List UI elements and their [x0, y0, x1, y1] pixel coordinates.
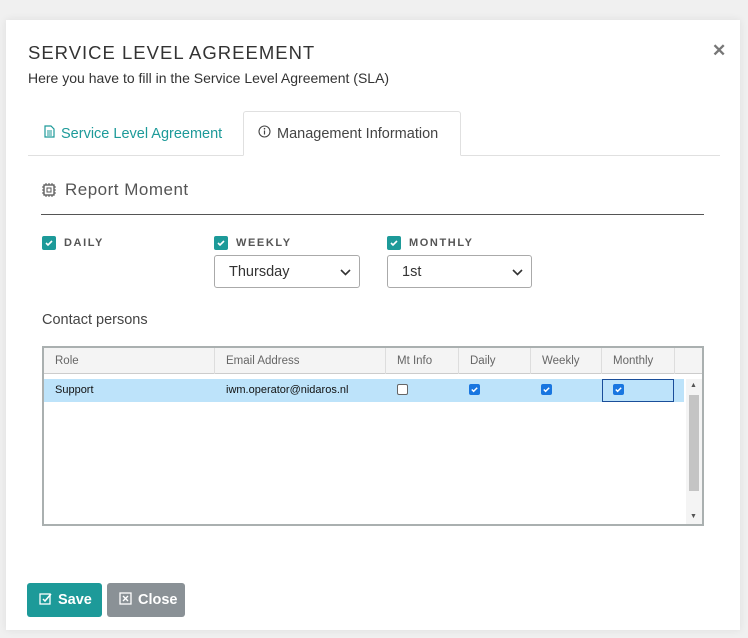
save-label: Save [58, 592, 92, 608]
weekly-checkbox[interactable] [214, 236, 228, 250]
dialog-subtitle: Here you have to fill in the Service Lev… [28, 70, 390, 86]
monthly-label: MONTHLY [409, 237, 474, 249]
cell-email[interactable]: iwm.operator@nidaros.nl [215, 379, 386, 402]
grid-header: Role Email Address Mt Info Daily Weekly … [44, 348, 702, 374]
weekly-option[interactable]: WEEKLY [214, 236, 292, 250]
report-moment-title: Report Moment [65, 180, 189, 199]
chevron-down-icon [512, 264, 523, 280]
table-row[interactable]: Support iwm.operator@nidaros.nl [44, 379, 684, 402]
close-icon[interactable]: ✕ [712, 42, 726, 59]
chip-icon [41, 182, 57, 203]
column-header-daily[interactable]: Daily [459, 348, 531, 374]
document-icon [44, 125, 55, 142]
close-label: Close [138, 592, 178, 608]
contact-persons-label: Contact persons [42, 312, 148, 328]
daily-checkbox[interactable] [42, 236, 56, 250]
daily-option[interactable]: DAILY [42, 236, 104, 250]
weekly-day-value: Thursday [229, 263, 290, 280]
tab-bar: Service Level Agreement Management Infor… [28, 111, 720, 156]
scroll-up-icon[interactable]: ▲ [690, 382, 697, 389]
grid-scrollbar[interactable]: ▲ ▼ [686, 379, 702, 524]
weekly-label: WEEKLY [236, 237, 292, 249]
report-moment-header: Report Moment [41, 180, 704, 215]
monthly-row-checkbox[interactable] [613, 384, 624, 395]
scrollbar-thumb[interactable] [689, 395, 699, 491]
dialog-title: SERVICE LEVEL AGREEMENT [28, 42, 316, 63]
tab-label: Management Information [277, 125, 439, 142]
column-header-role[interactable]: Role [44, 348, 215, 374]
chevron-down-icon [340, 264, 351, 280]
close-box-icon [119, 591, 132, 609]
monthly-day-select[interactable]: 1st [387, 255, 532, 288]
close-button[interactable]: Close [107, 583, 185, 617]
daily-row-checkbox[interactable] [469, 384, 480, 395]
column-header-monthly[interactable]: Monthly [602, 348, 675, 374]
scroll-down-icon[interactable]: ▼ [690, 513, 697, 520]
info-icon [258, 125, 271, 142]
column-header-mt-info[interactable]: Mt Info [386, 348, 459, 374]
cell-role[interactable]: Support [44, 379, 215, 402]
column-header-email[interactable]: Email Address [215, 348, 386, 374]
weekly-day-select[interactable]: Thursday [214, 255, 360, 288]
sla-dialog: ✕ SERVICE LEVEL AGREEMENT Here you have … [6, 20, 740, 630]
tab-management-information[interactable]: Management Information [243, 111, 461, 156]
monthly-option[interactable]: MONTHLY [387, 236, 474, 250]
column-header-weekly[interactable]: Weekly [531, 348, 602, 374]
edit-icon [39, 592, 52, 609]
monthly-checkbox[interactable] [387, 236, 401, 250]
tab-label: Service Level Agreement [61, 125, 223, 142]
contacts-grid: Role Email Address Mt Info Daily Weekly … [42, 346, 704, 526]
weekly-row-checkbox[interactable] [541, 384, 552, 395]
monthly-day-value: 1st [402, 263, 422, 280]
save-button[interactable]: Save [27, 583, 102, 617]
mt-info-checkbox[interactable] [397, 384, 408, 395]
daily-label: DAILY [64, 237, 104, 249]
tab-service-level-agreement[interactable]: Service Level Agreement [30, 111, 236, 156]
